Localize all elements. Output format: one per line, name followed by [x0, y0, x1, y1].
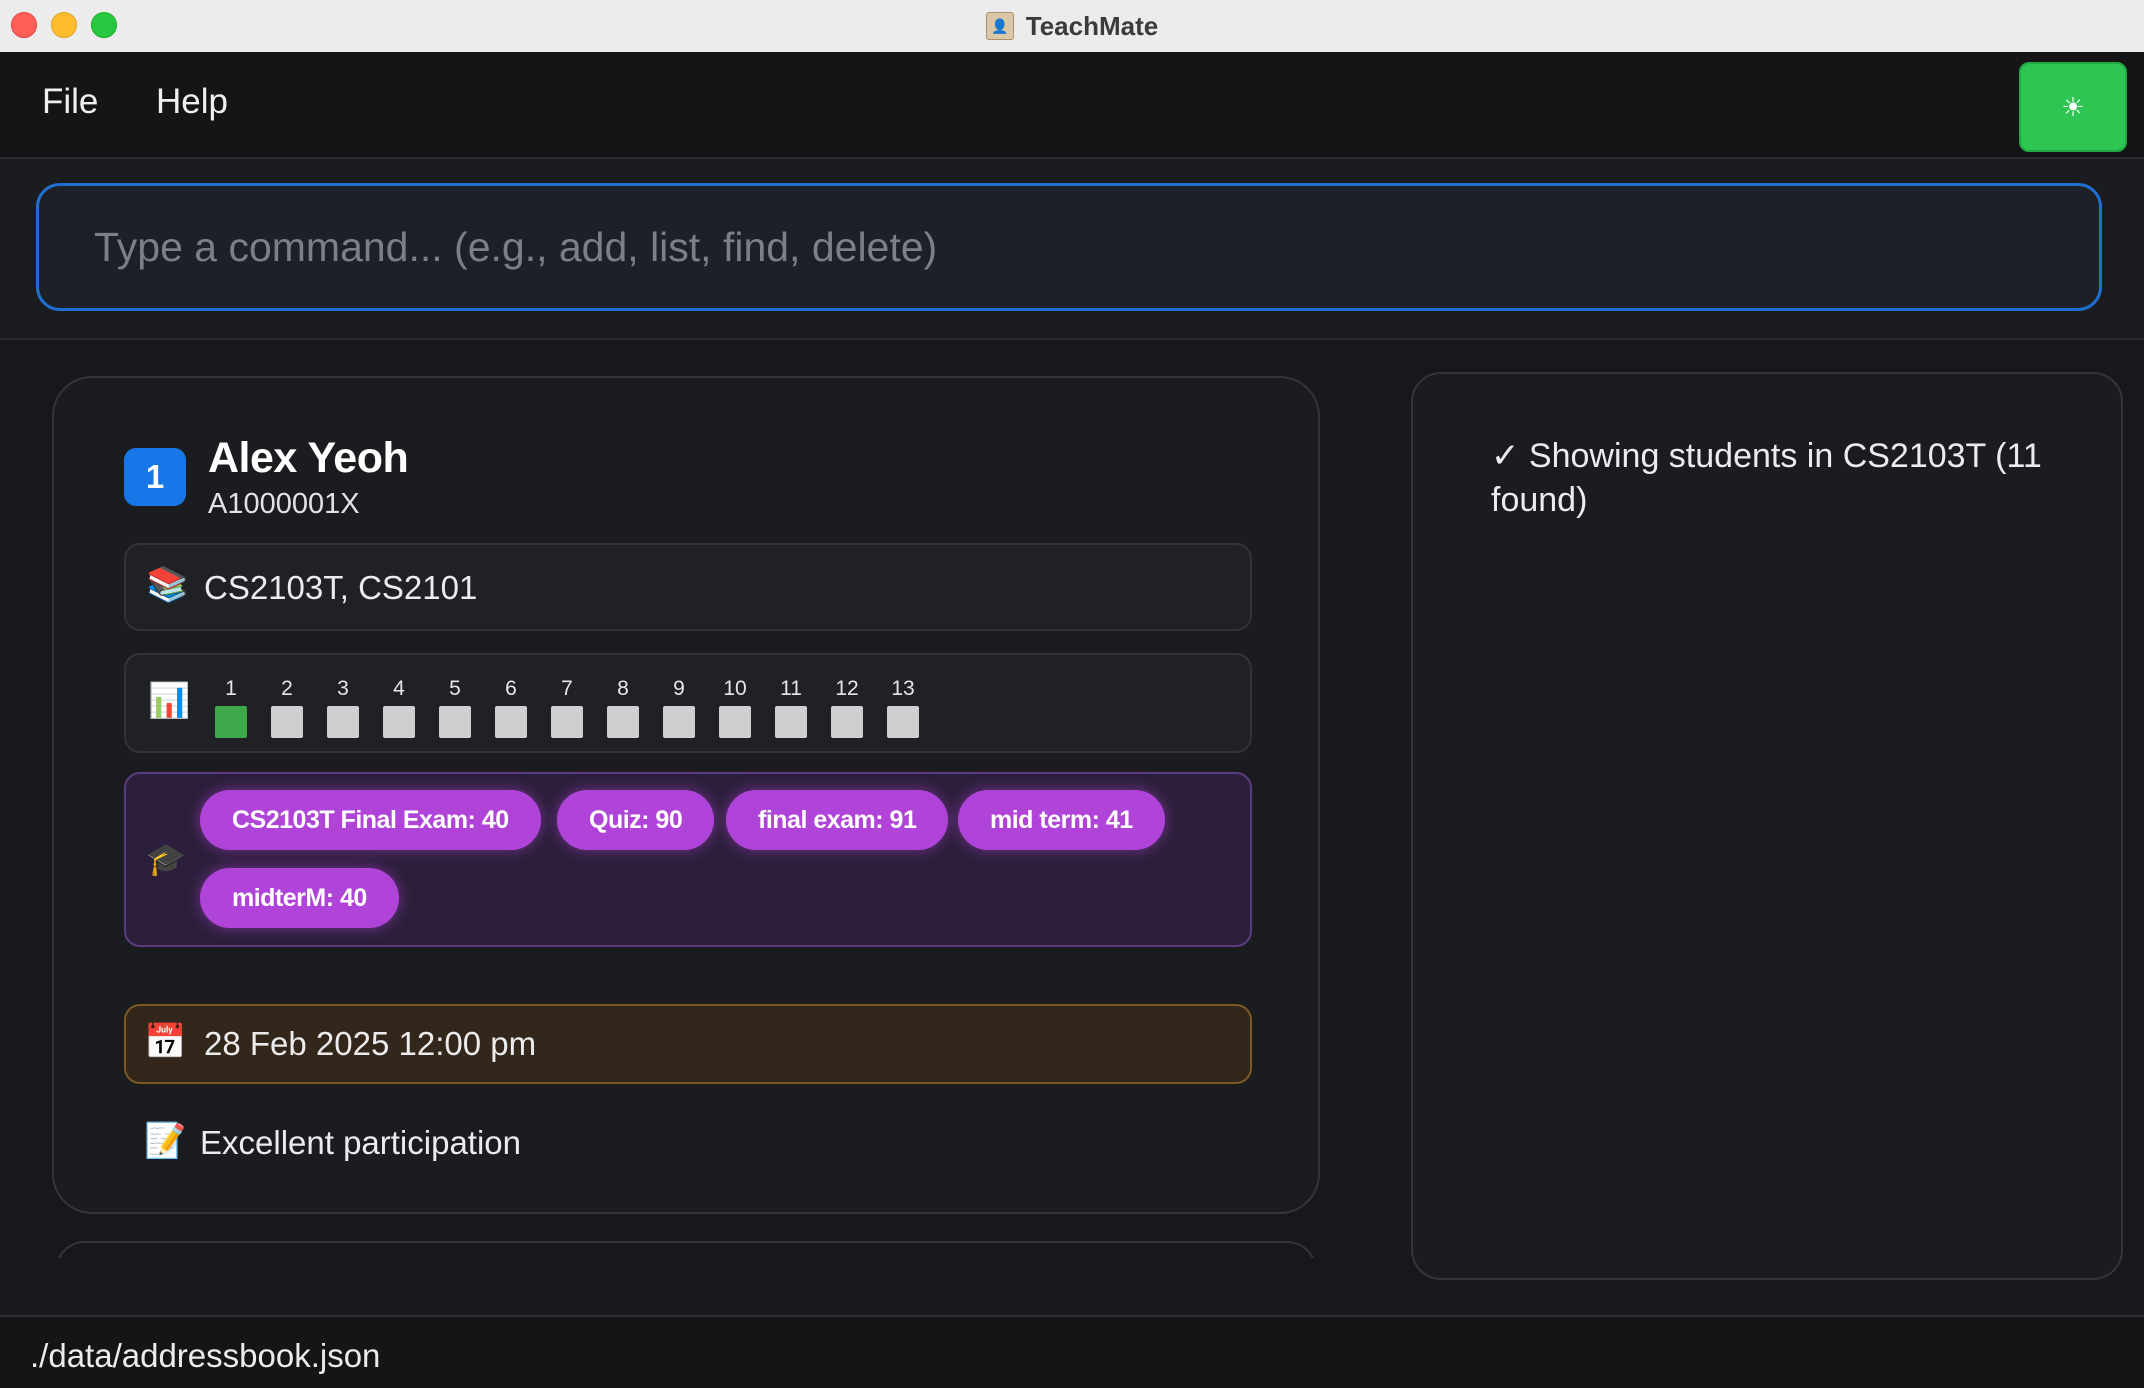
attendance-week: 2: [270, 675, 304, 738]
week-number: 2: [281, 677, 293, 700]
week-number: 4: [393, 677, 405, 700]
menu-bar: File Help ☀: [0, 52, 2144, 159]
datetime-row: 📅 28 Feb 2025 12:00 pm: [124, 1004, 1252, 1084]
command-input[interactable]: [36, 183, 2102, 311]
memo-icon: 📝: [144, 1122, 187, 1160]
week-number: 1: [225, 677, 237, 700]
student-id: A1000001X: [208, 488, 360, 520]
modules-text: CS2103T, CS2101: [204, 569, 478, 606]
week-number: 8: [617, 677, 629, 700]
next-student-card[interactable]: [55, 1241, 1317, 1258]
week-number: 5: [449, 677, 461, 700]
student-card[interactable]: 1 Alex Yeoh A1000001X 📚 CS2103T, CS2101 …: [52, 376, 1320, 1214]
student-name: Alex Yeoh: [208, 434, 409, 482]
student-list[interactable]: 1 Alex Yeoh A1000001X 📚 CS2103T, CS2101 …: [0, 340, 1366, 1258]
week-absent-box: [383, 706, 415, 738]
modules-row: 📚 CS2103T, CS2101: [124, 543, 1252, 631]
attendance-week: 5: [438, 675, 472, 738]
week-absent-box: [775, 706, 807, 738]
attendance-week: 4: [382, 675, 416, 738]
sun-icon: ☀: [2061, 91, 2085, 122]
week-absent-box: [439, 706, 471, 738]
week-absent-box: [719, 706, 751, 738]
week-number: 11: [780, 677, 802, 700]
week-absent-box: [831, 706, 863, 738]
grade-tag: midterM: 40: [200, 868, 399, 928]
attendance-week: 7: [550, 675, 584, 738]
week-number: 10: [723, 677, 747, 700]
week-absent-box: [607, 706, 639, 738]
theme-toggle-button[interactable]: ☀: [2019, 62, 2127, 152]
attendance-week: 6: [494, 675, 528, 738]
week-present-box: [215, 706, 247, 738]
grade-tag: mid term: 41: [958, 790, 1165, 850]
week-absent-box: [887, 706, 919, 738]
menu-file[interactable]: File: [42, 82, 98, 122]
result-panel: ✓ Showing students in CS2103T (11 found): [1411, 372, 2123, 1280]
status-bar: ./data/addressbook.json: [0, 1315, 2144, 1388]
attendance-week: 11: [774, 675, 808, 738]
week-number: 7: [561, 677, 573, 700]
command-area: [0, 159, 2144, 340]
app-icon: 👤: [985, 12, 1014, 40]
week-number: 6: [505, 677, 517, 700]
attendance-week: 13: [886, 675, 920, 738]
remark-text: Excellent participation: [200, 1124, 522, 1161]
week-number: 9: [673, 677, 685, 700]
attendance-week: 12: [830, 675, 864, 738]
calendar-icon: 📅: [144, 1023, 187, 1061]
attendance-week: 10: [718, 675, 752, 738]
attendance-week: 8: [606, 675, 640, 738]
graduation-cap-icon: 🎓: [146, 841, 186, 877]
bar-chart-icon: 📊: [148, 682, 191, 720]
window-titlebar: 👤 TeachMate: [0, 0, 2144, 53]
attendance-row: 📊 1 2 3 4 5 6 7 8 9 10 11 12 13: [124, 653, 1252, 753]
week-number: 12: [835, 677, 859, 700]
week-absent-box: [495, 706, 527, 738]
grade-tag: Quiz: 90: [557, 790, 715, 850]
week-absent-box: [551, 706, 583, 738]
status-file-path: ./data/addressbook.json: [30, 1337, 381, 1374]
result-message: ✓ Showing students in CS2103T (11 found): [1491, 437, 2042, 519]
grade-tag: CS2103T Final Exam: 40: [200, 790, 541, 850]
attendance-week: 9: [662, 675, 696, 738]
week-absent-box: [271, 706, 303, 738]
week-number: 3: [337, 677, 349, 700]
week-absent-box: [327, 706, 359, 738]
grades-row: 🎓 CS2103T Final Exam: 40 Quiz: 90 final …: [124, 772, 1252, 947]
attendance-week: 1: [214, 675, 248, 738]
student-index-badge: 1: [124, 448, 186, 506]
menu-help[interactable]: Help: [156, 82, 228, 122]
books-icon: 📚: [146, 566, 189, 604]
datetime-text: 28 Feb 2025 12:00 pm: [204, 1025, 537, 1062]
window-title: TeachMate: [1025, 10, 1159, 41]
attendance-week: 3: [326, 675, 360, 738]
week-absent-box: [663, 706, 695, 738]
grade-tag: final exam: 91: [726, 790, 949, 850]
week-number: 13: [891, 677, 915, 700]
